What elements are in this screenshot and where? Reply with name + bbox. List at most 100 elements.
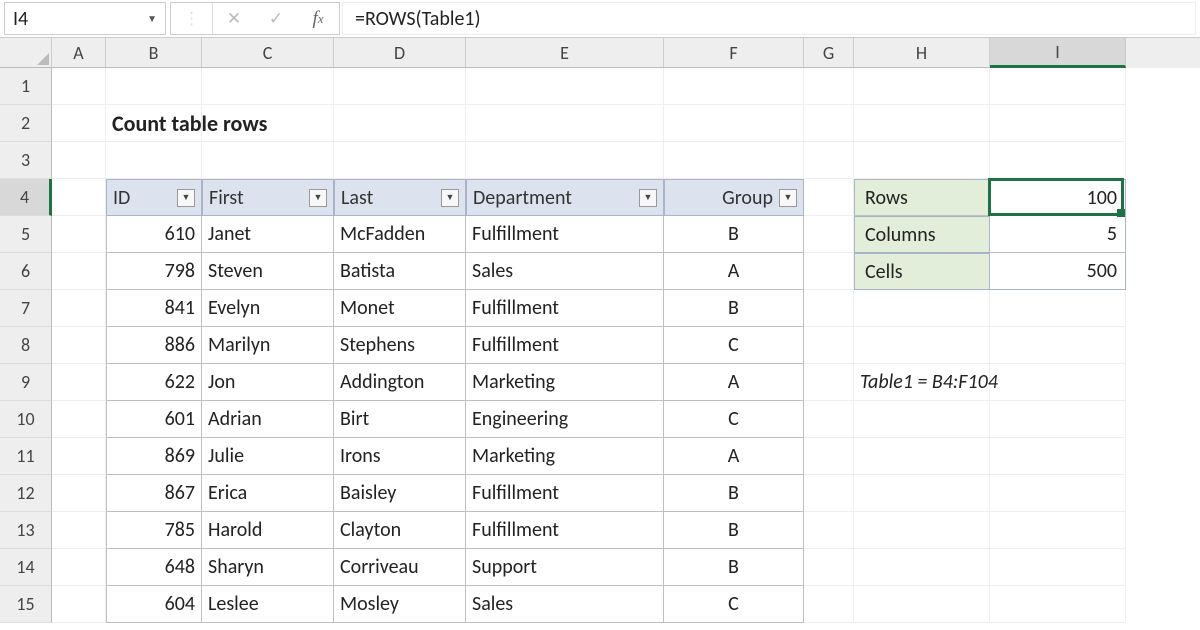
cell-A15[interactable] [52,586,106,623]
table-row[interactable]: Addington [334,364,466,401]
fx-icon[interactable]: fx [297,8,339,30]
table-row[interactable]: Adrian [202,401,334,438]
row-header-12[interactable]: 12 [0,475,52,512]
table-row[interactable]: Stephens [334,327,466,364]
table-row[interactable]: B [664,475,804,512]
cell-G4[interactable] [804,179,854,216]
table-row[interactable]: Fulfillment [466,512,664,549]
cell-G14[interactable] [804,549,854,586]
table-header-first[interactable]: First▼ [202,179,334,216]
summary-cells-value[interactable]: 500 [990,253,1126,290]
col-header-H[interactable]: H [854,38,990,68]
row-header-2[interactable]: 2 [0,105,52,142]
col-header-D[interactable]: D [334,38,466,68]
table-row[interactable]: Jon [202,364,334,401]
summary-rows-value[interactable]: 100 [990,179,1126,216]
formula-input[interactable]: =ROWS(Table1) [342,2,1196,35]
cell-B3[interactable] [106,142,202,179]
table-row[interactable]: 886 [106,327,202,364]
summary-cols-label[interactable]: Columns [854,216,990,253]
row-header-6[interactable]: 6 [0,253,52,290]
page-title[interactable]: Count table rows [106,105,202,142]
col-header-F[interactable]: F [664,38,804,68]
table-row[interactable]: Marketing [466,438,664,475]
col-header-A[interactable]: A [52,38,106,68]
cell-I11[interactable] [990,438,1126,475]
cell-C1[interactable] [202,68,334,105]
table-row[interactable]: Sales [466,253,664,290]
summary-rows-label[interactable]: Rows [854,179,990,216]
table-row[interactable]: 841 [106,290,202,327]
row-header-10[interactable]: 10 [0,401,52,438]
summary-cols-value[interactable]: 5 [990,216,1126,253]
table-row[interactable]: 867 [106,475,202,512]
cell-F2[interactable] [664,105,804,142]
table-header-department[interactable]: Department▼ [466,179,664,216]
table-header-last[interactable]: Last▼ [334,179,466,216]
cell-E2[interactable] [466,105,664,142]
cell-G2[interactable] [804,105,854,142]
cell-G1[interactable] [804,68,854,105]
table-row[interactable]: McFadden [334,216,466,253]
cell-G3[interactable] [804,142,854,179]
cell-I3[interactable] [990,142,1126,179]
cell-I1[interactable] [990,68,1126,105]
table-row[interactable]: Fulfillment [466,290,664,327]
table-row[interactable]: Corriveau [334,549,466,586]
cell-G6[interactable] [804,253,854,290]
cell-I15[interactable] [990,586,1126,623]
cell-D2[interactable] [334,105,466,142]
table-row[interactable]: Birt [334,401,466,438]
select-all-corner[interactable] [0,38,52,68]
table-row[interactable]: Sales [466,586,664,623]
cell-G15[interactable] [804,586,854,623]
table-row[interactable]: 622 [106,364,202,401]
cell-E3[interactable] [466,142,664,179]
cell-G13[interactable] [804,512,854,549]
row-header-15[interactable]: 15 [0,586,52,623]
cell-A4[interactable] [52,179,106,216]
filter-icon[interactable]: ▼ [639,189,657,207]
row-header-14[interactable]: 14 [0,549,52,586]
cell-A11[interactable] [52,438,106,475]
row-header-9[interactable]: 9 [0,364,52,401]
filter-icon[interactable]: ▼ [177,189,195,207]
cell-I7[interactable] [990,290,1126,327]
table-row[interactable]: A [664,253,804,290]
table-row[interactable]: B [664,216,804,253]
table-header-group[interactable]: Group▼ [664,179,804,216]
table-row[interactable]: 785 [106,512,202,549]
cell-I9[interactable] [990,364,1126,401]
cell-H14[interactable] [854,549,990,586]
row-header-1[interactable]: 1 [0,68,52,105]
cell-A13[interactable] [52,512,106,549]
table-row[interactable]: Leslee [202,586,334,623]
col-header-G[interactable]: G [804,38,854,68]
cell-A12[interactable] [52,475,106,512]
table-row[interactable]: Clayton [334,512,466,549]
table-row[interactable]: Julie [202,438,334,475]
row-header-5[interactable]: 5 [0,216,52,253]
table-row[interactable]: Erica [202,475,334,512]
cell-I14[interactable] [990,549,1126,586]
cell-A7[interactable] [52,290,106,327]
cell-A14[interactable] [52,549,106,586]
table-row[interactable]: Harold [202,512,334,549]
row-header-3[interactable]: 3 [0,142,52,179]
table-row[interactable]: Monet [334,290,466,327]
cell-G12[interactable] [804,475,854,512]
row-header-4[interactable]: 4 [0,179,52,216]
table-row[interactable]: Sharyn [202,549,334,586]
col-header-B[interactable]: B [106,38,202,68]
cancel-formula-button[interactable]: ✕ [213,3,255,34]
summary-cells-label[interactable]: Cells [854,253,990,290]
table-row[interactable]: C [664,401,804,438]
filter-icon[interactable]: ▼ [309,189,327,207]
cell-B1[interactable] [106,68,202,105]
table-row[interactable]: 648 [106,549,202,586]
table-row[interactable]: Marilyn [202,327,334,364]
table-row[interactable]: 604 [106,586,202,623]
cell-G5[interactable] [804,216,854,253]
cell-H15[interactable] [854,586,990,623]
cell-A2[interactable] [52,105,106,142]
